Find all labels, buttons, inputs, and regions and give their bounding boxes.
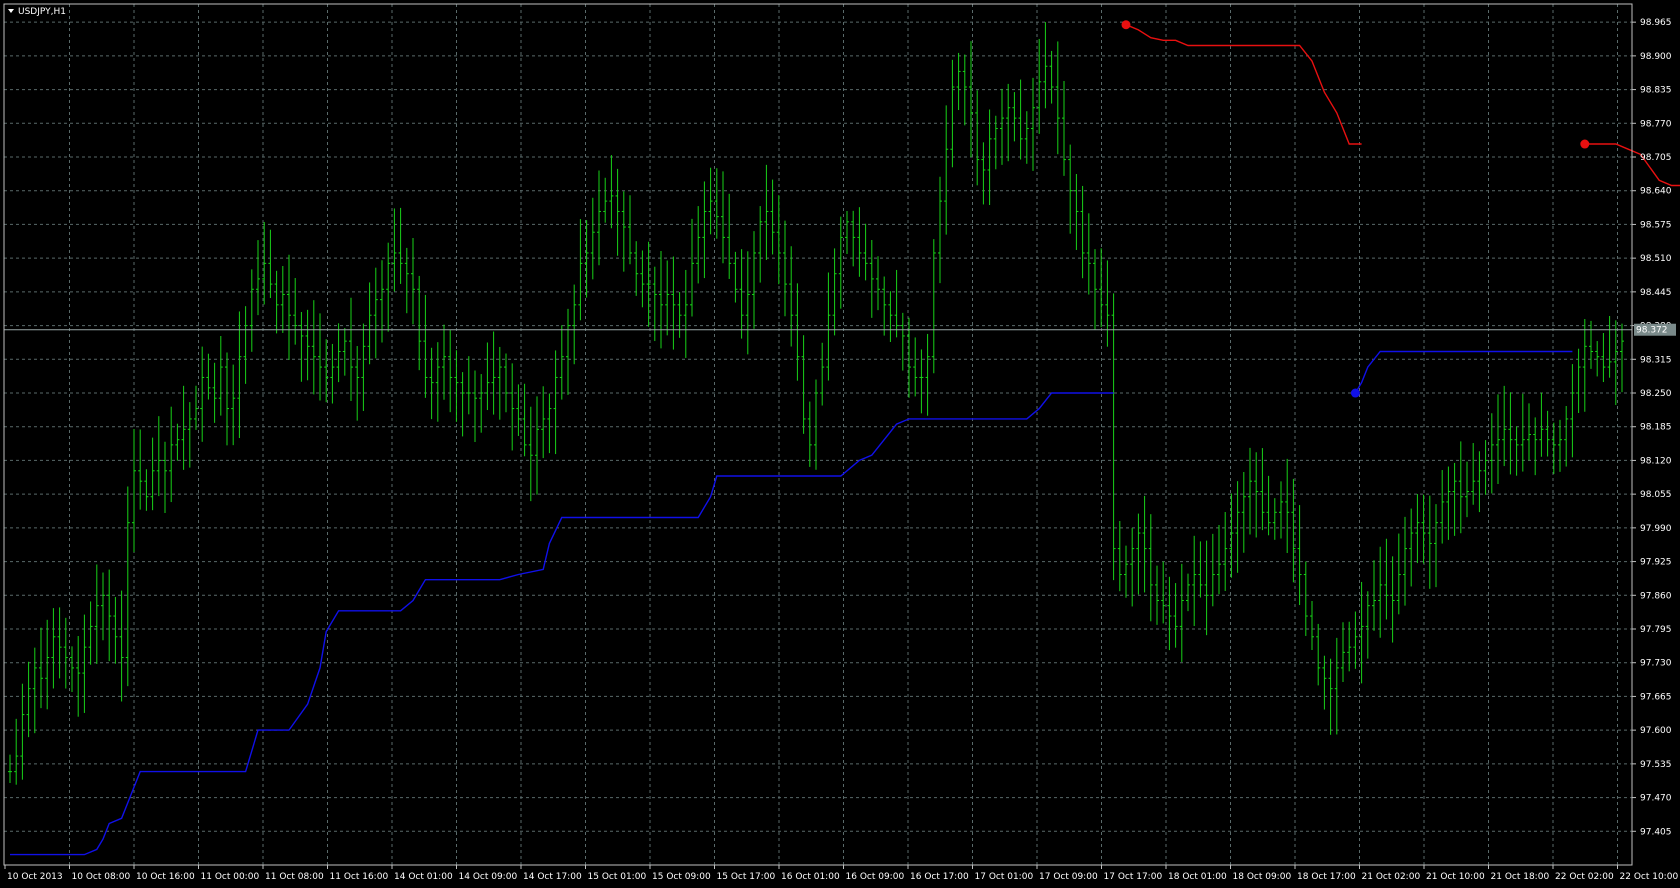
time-tick-label: 10 Oct 2013 [7, 872, 63, 882]
time-tick-label: 21 Oct 10:00 [1426, 872, 1485, 882]
price-tick-label: 97.535 [1640, 760, 1672, 770]
time-tick-label: 10 Oct 08:00 [72, 872, 131, 882]
time-tick-label: 15 Oct 17:00 [717, 872, 776, 882]
time-tick-label: 16 Oct 01:00 [781, 872, 840, 882]
price-tick-label: 98.640 [1640, 187, 1672, 197]
price-tick-label: 97.795 [1640, 625, 1672, 635]
price-tick-label: 98.770 [1640, 119, 1672, 129]
price-tick-label: 98.445 [1640, 288, 1672, 298]
price-tick-label: 97.665 [1640, 692, 1672, 702]
time-tick-label: 22 Oct 10:00 [1620, 872, 1679, 882]
time-tick-label: 14 Oct 01:00 [394, 872, 453, 882]
time-tick-label: 14 Oct 09:00 [459, 872, 518, 882]
time-tick-label: 14 Oct 17:00 [523, 872, 582, 882]
price-tick-label: 98.575 [1640, 220, 1672, 230]
chart-background [0, 0, 1680, 888]
price-tick-label: 97.600 [1640, 726, 1672, 736]
time-tick-label: 18 Oct 09:00 [1233, 872, 1292, 882]
price-tick-label: 97.990 [1640, 524, 1672, 534]
time-tick-label: 18 Oct 17:00 [1297, 872, 1356, 882]
time-tick-label: 18 Oct 01:00 [1168, 872, 1227, 882]
price-tick-label: 97.405 [1640, 827, 1672, 837]
time-tick-label: 15 Oct 01:00 [588, 872, 647, 882]
time-tick-label: 17 Oct 09:00 [1039, 872, 1098, 882]
time-tick-label: 16 Oct 17:00 [910, 872, 969, 882]
price-tick-label: 98.835 [1640, 86, 1672, 96]
time-tick-label: 15 Oct 09:00 [652, 872, 711, 882]
price-tick-label: 97.860 [1640, 591, 1672, 601]
time-tick-label: 10 Oct 16:00 [136, 872, 195, 882]
time-tick-label: 11 Oct 08:00 [265, 872, 324, 882]
price-tick-label: 97.730 [1640, 659, 1672, 669]
time-tick-label: 17 Oct 17:00 [1104, 872, 1163, 882]
price-tick-label: 98.120 [1640, 456, 1672, 466]
price-tick-label: 98.510 [1640, 254, 1672, 264]
current-price-value: 98.372 [1636, 326, 1668, 336]
price-tick-label: 98.705 [1640, 153, 1672, 163]
time-tick-label: 11 Oct 16:00 [330, 872, 389, 882]
time-tick-label: 21 Oct 02:00 [1362, 872, 1421, 882]
price-tick-label: 98.185 [1640, 423, 1672, 433]
price-tick-label: 98.055 [1640, 490, 1672, 500]
trend-start-dot [1121, 20, 1131, 30]
time-tick-label: 16 Oct 09:00 [846, 872, 905, 882]
price-tick-label: 97.470 [1640, 794, 1672, 804]
price-tick-label: 98.250 [1640, 389, 1672, 399]
time-tick-label: 21 Oct 18:00 [1491, 872, 1550, 882]
time-tick-label: 11 Oct 00:00 [201, 872, 260, 882]
time-tick-label: 22 Oct 02:00 [1555, 872, 1614, 882]
trend-start-dot [1580, 139, 1590, 149]
price-tick-label: 98.315 [1640, 355, 1672, 365]
price-chart[interactable]: USDJPY,H1 98.965 98.900 98.835 98.770 98.705… [0, 0, 1680, 888]
price-tick-label: 97.925 [1640, 558, 1672, 568]
window-title-label: USDJPY,H1 [18, 7, 66, 17]
trend-start-dot [1350, 388, 1360, 398]
price-tick-label: 98.900 [1640, 52, 1672, 62]
time-tick-label: 17 Oct 01:00 [975, 872, 1034, 882]
current-price-tag: 98.372 [1634, 323, 1676, 336]
price-tick-label: 98.965 [1640, 18, 1672, 28]
chart-window[interactable]: USDJPY,H1 98.965 98.900 98.835 98.770 98.705… [0, 0, 1680, 888]
